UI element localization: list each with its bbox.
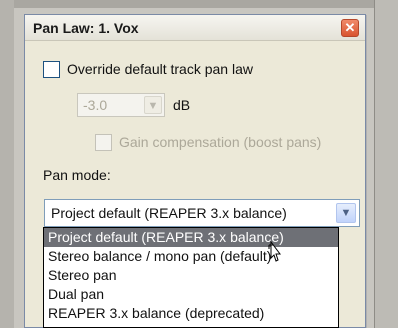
dialog-title: Pan Law: 1. Vox <box>33 20 139 36</box>
dropdown-option[interactable]: Dual pan <box>44 285 338 304</box>
pan-law-value: -3.0 <box>83 97 108 113</box>
chevron-down-icon: ▼ <box>144 96 162 114</box>
gain-compensation-label: Gain compensation (boost pans) <box>119 134 322 150</box>
background-right-panel <box>374 0 398 328</box>
background-left-panel <box>0 0 14 328</box>
dropdown-option[interactable]: REAPER 3.x balance (deprecated) <box>44 304 338 323</box>
pan-mode-selected-value: Project default (REAPER 3.x balance) <box>51 205 287 221</box>
chevron-down-icon[interactable]: ▼ <box>336 203 356 223</box>
background-toolbar <box>0 0 398 8</box>
override-pan-law-checkbox[interactable] <box>43 61 60 78</box>
pan-mode-dropdown-list[interactable]: Project default (REAPER 3.x balance) Ste… <box>43 227 339 328</box>
gain-compensation-checkbox <box>95 134 112 151</box>
mouse-cursor-icon <box>268 240 281 262</box>
pan-mode-label: Pan mode: <box>43 167 111 183</box>
pan-law-value-combo: -3.0 ▼ <box>77 93 165 117</box>
dropdown-option[interactable]: Project default (REAPER 3.x balance) <box>44 228 338 247</box>
pan-mode-select[interactable]: Project default (REAPER 3.x balance) ▼ <box>44 199 360 227</box>
dialog-titlebar[interactable]: Pan Law: 1. Vox ✕ <box>25 15 365 41</box>
dropdown-option[interactable]: Stereo balance / mono pan (default) <box>44 247 338 266</box>
pan-law-unit-label: dB <box>173 97 191 113</box>
override-pan-law-label: Override default track pan law <box>67 61 253 77</box>
close-button[interactable]: ✕ <box>341 19 359 37</box>
close-icon: ✕ <box>344 20 356 35</box>
dropdown-option[interactable]: Stereo pan <box>44 266 338 285</box>
